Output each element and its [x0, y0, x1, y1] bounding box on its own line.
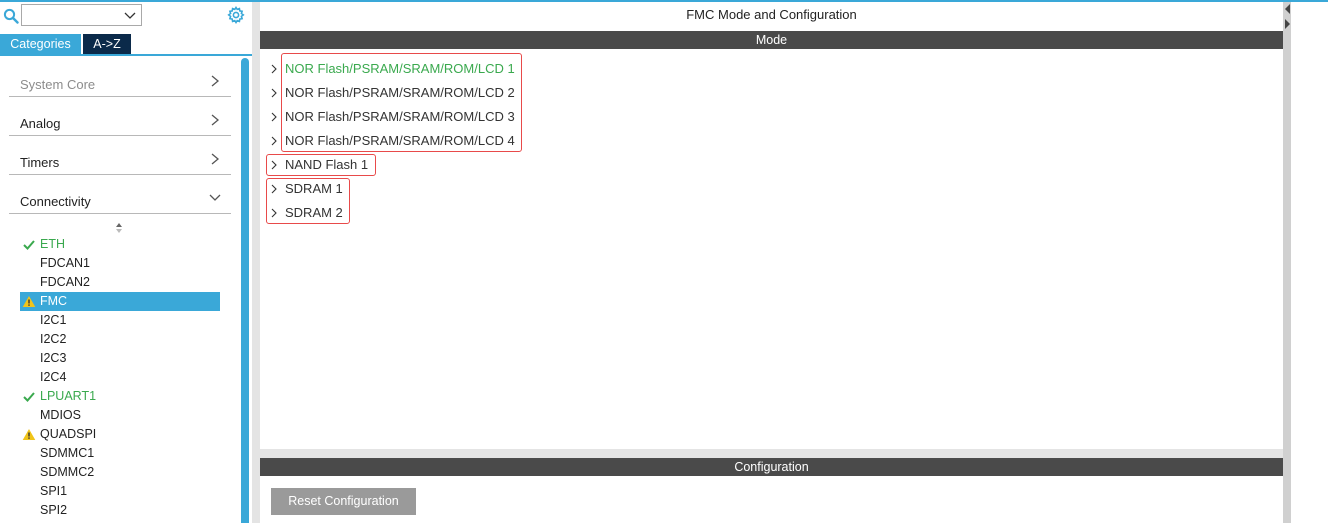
- list-item-label: QUADSPI: [40, 427, 97, 441]
- chevron-right-icon[interactable]: [270, 63, 278, 75]
- chevron-down-icon: [209, 191, 221, 205]
- search-input[interactable]: [24, 6, 123, 26]
- mode-section-header: Mode: [260, 31, 1283, 49]
- list-item-mdios[interactable]: MDIOS: [20, 406, 220, 425]
- chevron-down-icon[interactable]: [123, 8, 137, 22]
- reset-configuration-button[interactable]: Reset Configuration: [271, 488, 416, 515]
- category-timers[interactable]: Timers: [9, 137, 231, 175]
- category-analog[interactable]: Analog: [9, 98, 231, 136]
- list-item-quadspi[interactable]: QUADSPI: [20, 425, 220, 444]
- list-item-sdmmc1[interactable]: SDMMC1: [20, 444, 220, 463]
- chevron-right-icon[interactable]: [270, 87, 278, 99]
- list-item-label: FDCAN1: [40, 256, 91, 270]
- tab-a-to-z[interactable]: A->Z: [83, 34, 131, 54]
- chevron-right-icon: [209, 113, 221, 127]
- list-item-label: FDCAN2: [40, 275, 91, 289]
- category-label: Analog: [20, 116, 61, 131]
- category-label: Timers: [20, 155, 60, 170]
- chevron-right-icon: [209, 152, 221, 166]
- list-item-i2c2[interactable]: I2C2: [20, 330, 220, 349]
- list-item-label: LPUART1: [40, 389, 97, 403]
- chevron-right-icon[interactable]: [270, 111, 278, 123]
- tab-categories[interactable]: Categories: [0, 34, 81, 54]
- section-divider[interactable]: [260, 449, 1283, 458]
- collapse-arrow-icon[interactable]: [1285, 4, 1290, 14]
- list-item-i2c3[interactable]: I2C3: [20, 349, 220, 368]
- search-combobox[interactable]: [21, 4, 142, 26]
- categories-panel: Categories A->Z System Core Analog Timer…: [0, 2, 252, 523]
- chevron-right-icon[interactable]: [270, 135, 278, 147]
- gear-icon[interactable]: [227, 6, 245, 24]
- category-connectivity[interactable]: Connectivity: [9, 176, 231, 214]
- warning-icon: [22, 295, 36, 308]
- list-item-fdcan1[interactable]: FDCAN1: [20, 254, 220, 273]
- category-label: System Core: [20, 77, 96, 92]
- list-item-label: I2C3: [40, 351, 67, 365]
- category-label: Connectivity: [20, 194, 91, 209]
- list-item-label: I2C1: [40, 313, 67, 327]
- list-item-label: I2C2: [40, 332, 67, 346]
- highlight-box-sdram: [266, 178, 350, 224]
- highlight-box-nand: [266, 154, 376, 176]
- configuration-section-header: Configuration: [260, 458, 1283, 476]
- list-item-fmc[interactable]: FMC: [20, 292, 220, 311]
- list-item-label: ETH: [40, 237, 65, 251]
- tab-underline: [0, 54, 252, 56]
- list-item-lpuart1[interactable]: LPUART1: [20, 387, 220, 406]
- check-icon: [22, 390, 36, 403]
- right-panel-splitter[interactable]: [1283, 2, 1291, 523]
- category-system-core[interactable]: System Core: [9, 59, 231, 97]
- list-item-i2c4[interactable]: I2C4: [20, 368, 220, 387]
- list-item-label: I2C4: [40, 370, 67, 384]
- list-item-label: SPI2: [40, 503, 68, 517]
- panel-splitter[interactable]: [252, 2, 260, 523]
- highlight-box-nor: [281, 53, 522, 152]
- list-item-i2c1[interactable]: I2C1: [20, 311, 220, 330]
- check-icon: [22, 238, 36, 251]
- list-item-label: FMC: [40, 294, 68, 308]
- sort-icon[interactable]: [114, 221, 124, 235]
- list-item-fdcan2[interactable]: FDCAN2: [20, 273, 220, 292]
- page-title: FMC Mode and Configuration: [686, 7, 857, 22]
- chevron-right-icon: [209, 74, 221, 88]
- list-item-sdmmc2[interactable]: SDMMC2: [20, 463, 220, 482]
- list-item-spi2[interactable]: SPI2: [20, 501, 220, 520]
- list-item-label: SDMMC2: [40, 465, 95, 479]
- search-icon[interactable]: [3, 8, 19, 24]
- list-item-spi1[interactable]: SPI1: [20, 482, 220, 501]
- list-item-label: SPI1: [40, 484, 68, 498]
- warning-icon: [22, 428, 36, 441]
- list-item-label: SDMMC1: [40, 446, 95, 460]
- left-scrollbar[interactable]: [241, 58, 249, 523]
- list-item-label: MDIOS: [40, 408, 81, 422]
- list-item-eth[interactable]: ETH: [20, 235, 220, 254]
- expand-arrow-icon[interactable]: [1285, 19, 1290, 29]
